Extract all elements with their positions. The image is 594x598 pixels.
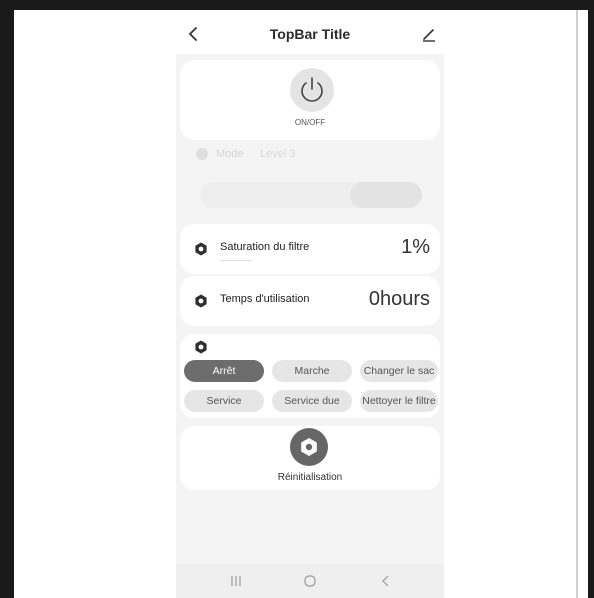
recent-apps-icon[interactable] [226, 572, 246, 590]
back-icon[interactable] [376, 572, 396, 590]
top-bar: TopBar Title [176, 14, 444, 54]
usage-time-value: 0hours [368, 288, 430, 310]
usage-time-card: Temps d'utilisation 0hours [180, 276, 440, 326]
screenshot-frame-top [0, 0, 594, 10]
power-card: ON/OFF [180, 60, 440, 140]
reset-hex-icon [301, 438, 317, 456]
status-option-service-due[interactable]: Service due [272, 390, 352, 412]
phone-screen: TopBar Title ON/OFF Mode Level 3 Saturat… [176, 14, 444, 598]
mode-section: Mode Level 3 [196, 146, 424, 216]
usage-time-label: Temps d'utilisation [220, 293, 310, 305]
power-icon [301, 77, 323, 102]
reset-label: Réinitialisation [277, 472, 343, 483]
status-option-changer-le-sac[interactable]: Changer le sac [360, 360, 438, 382]
filter-saturation-value: 1% [401, 236, 430, 258]
status-option-arret[interactable]: Arrêt [184, 360, 264, 382]
filter-saturation-card: Saturation du filtre 1% [180, 224, 440, 274]
screenshot-frame-divider [576, 10, 578, 598]
status-card: Arrêt Marche Changer le sac Service Serv… [180, 334, 440, 418]
status-option-service[interactable]: Service [184, 390, 264, 412]
power-button[interactable] [290, 68, 334, 112]
status-option-marche[interactable]: Marche [272, 360, 352, 382]
power-label: ON/OFF [294, 118, 326, 127]
mode-selector[interactable] [200, 182, 422, 208]
mode-icon [196, 148, 208, 160]
mode-value: Level 3 [260, 148, 296, 160]
status-option-nettoyer-le-filtre[interactable]: Nettoyer le filtre [360, 390, 438, 412]
screenshot-frame-left [0, 0, 14, 598]
filter-saturation-label: Saturation du filtre [220, 241, 310, 253]
filter-hex-icon [195, 340, 207, 354]
divider [220, 260, 252, 261]
home-icon[interactable] [300, 572, 320, 590]
mode-selected-segment[interactable] [350, 182, 422, 208]
screenshot-frame-right [588, 0, 594, 598]
reset-button[interactable] [290, 428, 328, 466]
edit-pencil-icon[interactable] [420, 24, 438, 44]
page-title: TopBar Title [269, 26, 351, 42]
mode-label: Mode [216, 148, 244, 160]
filter-hex-icon [195, 242, 207, 256]
filter-hex-icon [195, 294, 207, 308]
system-navigation-bar [176, 564, 444, 598]
reset-card: Réinitialisation [180, 426, 440, 490]
